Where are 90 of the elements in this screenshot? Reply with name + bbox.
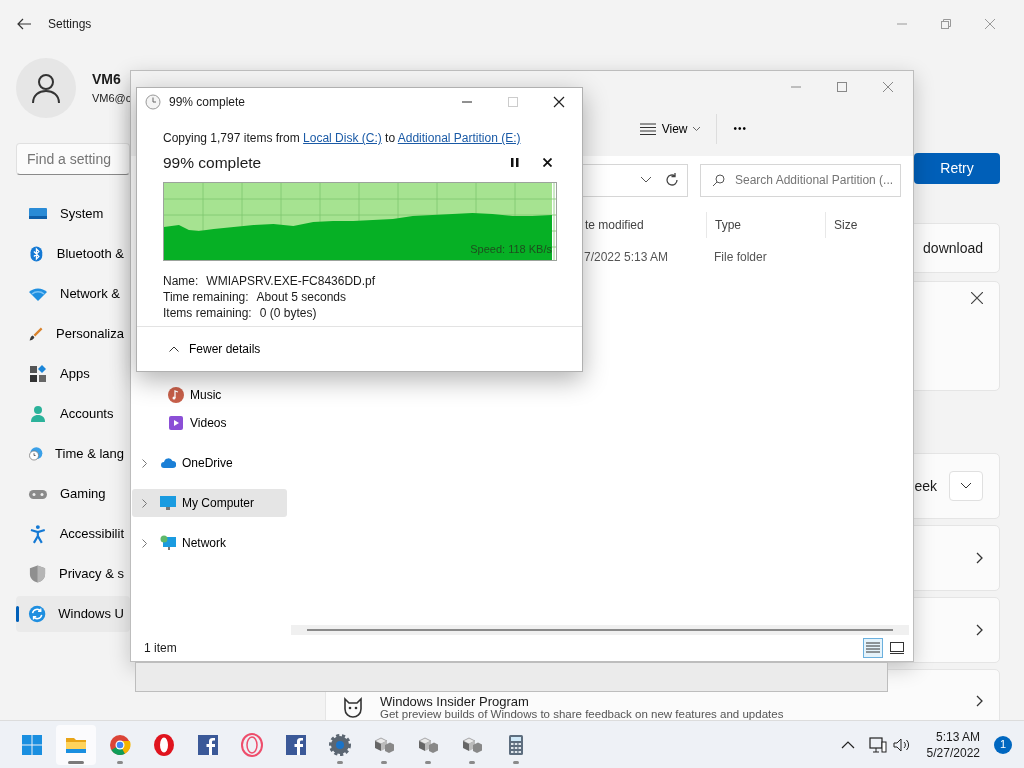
copy-summary: Copying 1,797 items from Local Disk (C:) to Additional Partition (E:) bbox=[163, 130, 522, 147]
nav-item[interactable]: Accounts bbox=[16, 396, 130, 432]
notification-badge[interactable]: 1 bbox=[994, 735, 1012, 754]
dropdown-value: eek bbox=[914, 476, 937, 496]
table-cell-text: 7/2022 5:13 AM bbox=[583, 249, 670, 266]
column-header[interactable]: Size bbox=[825, 212, 906, 238]
detail-value: 0 (0 bytes) bbox=[259, 305, 317, 322]
maximize-icon[interactable] bbox=[836, 81, 848, 93]
chevron-right-icon[interactable] bbox=[976, 695, 983, 707]
card-text: download bbox=[923, 238, 983, 258]
gear-icon bbox=[328, 732, 352, 757]
nav-item[interactable]: My Computer bbox=[132, 489, 287, 517]
nav-item[interactable]: Accessibilit bbox=[16, 516, 130, 552]
detail-label: Time remaining: bbox=[163, 289, 249, 306]
window-title: Settings bbox=[48, 16, 92, 33]
detail-value: About 5 seconds bbox=[256, 289, 346, 306]
cat-icon bbox=[342, 697, 364, 719]
apps-icon bbox=[28, 364, 48, 384]
refresh-icon[interactable] bbox=[665, 173, 679, 187]
clock-time[interactable]: 5:13 AM bbox=[926, 728, 980, 745]
search-icon bbox=[712, 173, 725, 187]
source-link[interactable]: Local Disk (C:) bbox=[303, 131, 382, 145]
nav-item[interactable]: Network & bbox=[16, 276, 130, 312]
social-icon bbox=[284, 732, 308, 757]
nav-item[interactable]: Bluetooth & bbox=[16, 236, 130, 272]
chevron-up-icon[interactable] bbox=[840, 740, 855, 749]
search-field[interactable]: Find a setting bbox=[16, 143, 130, 175]
music-icon bbox=[168, 387, 184, 403]
ring-icon bbox=[152, 732, 176, 757]
user-name: VM6 bbox=[92, 70, 122, 90]
status-text: 1 item bbox=[144, 640, 177, 657]
clock-date[interactable]: 5/27/2022 bbox=[926, 744, 980, 761]
chevron-right-icon[interactable] bbox=[976, 552, 983, 564]
cloud-icon bbox=[160, 455, 176, 471]
shield-icon bbox=[28, 564, 47, 584]
nav-item[interactable]: Network bbox=[132, 529, 287, 557]
pause-button[interactable] bbox=[511, 158, 519, 168]
clock-icon bbox=[145, 94, 161, 110]
search-field[interactable]: Search Additional Partition (... bbox=[700, 163, 901, 197]
card-title: Windows Insider Program bbox=[380, 695, 529, 708]
social-icon bbox=[196, 732, 220, 757]
detail-label: Items remaining: bbox=[163, 305, 252, 322]
list-icon[interactable] bbox=[639, 122, 656, 135]
nav-item[interactable]: Personaliza bbox=[16, 316, 130, 352]
more-button[interactable]: ••• bbox=[727, 117, 753, 140]
person-icon bbox=[28, 404, 48, 424]
card-subtitle: Get preview builds of Windows to share feedback on new features and updates bbox=[380, 708, 784, 721]
network-icon[interactable] bbox=[868, 736, 887, 753]
chevron-up-icon[interactable] bbox=[169, 346, 179, 352]
accessibility-icon bbox=[28, 524, 48, 544]
nav-item[interactable]: Apps bbox=[16, 356, 130, 392]
progress-heading: 99% complete bbox=[163, 153, 262, 173]
detail-value: WMIAPSRV.EXE-FC8436DD.pf bbox=[206, 273, 376, 290]
chevron-down-icon[interactable] bbox=[961, 483, 971, 489]
chevron-down-icon[interactable] bbox=[641, 177, 651, 183]
nav-item[interactable]: Windows U bbox=[16, 596, 130, 632]
taskbar-button[interactable] bbox=[56, 724, 96, 765]
back-arrow-icon[interactable] bbox=[16, 16, 32, 32]
browser-icon bbox=[108, 732, 132, 757]
nav-item[interactable]: OneDrive bbox=[132, 449, 287, 477]
clock-globe-icon bbox=[28, 444, 44, 464]
cancel-button[interactable] bbox=[543, 158, 552, 168]
user-email: VM6@c bbox=[92, 91, 132, 107]
detail-label: Name: bbox=[163, 273, 199, 290]
restore-icon[interactable] bbox=[940, 18, 952, 30]
nav-item[interactable]: Gaming bbox=[16, 476, 130, 512]
chevron-right-icon[interactable] bbox=[976, 624, 983, 636]
ring-icon bbox=[240, 732, 264, 757]
nav-item[interactable]: System bbox=[16, 196, 130, 232]
speed-label: Speed: 118 KB/s bbox=[470, 241, 552, 257]
fewer-details-button[interactable]: Fewer details bbox=[163, 336, 267, 362]
retry-button[interactable]: Retry bbox=[914, 153, 1000, 184]
nav-item[interactable]: Music bbox=[132, 381, 287, 409]
window-title: 99% complete bbox=[169, 94, 247, 111]
video-icon bbox=[168, 415, 184, 431]
table-cell-text: File folder bbox=[713, 249, 768, 266]
view-button[interactable]: View bbox=[633, 115, 707, 142]
destination-link[interactable]: Additional Partition (E:) bbox=[397, 131, 521, 145]
update-icon bbox=[28, 604, 47, 624]
network-icon bbox=[160, 535, 176, 551]
column-header[interactable]: Type bbox=[706, 212, 825, 238]
close-icon[interactable] bbox=[971, 292, 983, 304]
start-icon bbox=[20, 732, 44, 757]
nav-item[interactable]: Videos bbox=[132, 409, 287, 437]
close-icon[interactable] bbox=[553, 96, 565, 108]
nav-item[interactable]: Privacy & s bbox=[16, 556, 130, 592]
volume-icon[interactable] bbox=[892, 736, 911, 753]
nav-item[interactable]: Time & lang bbox=[16, 436, 130, 472]
scrollbar[interactable] bbox=[291, 625, 909, 635]
monitor-icon bbox=[160, 495, 176, 511]
